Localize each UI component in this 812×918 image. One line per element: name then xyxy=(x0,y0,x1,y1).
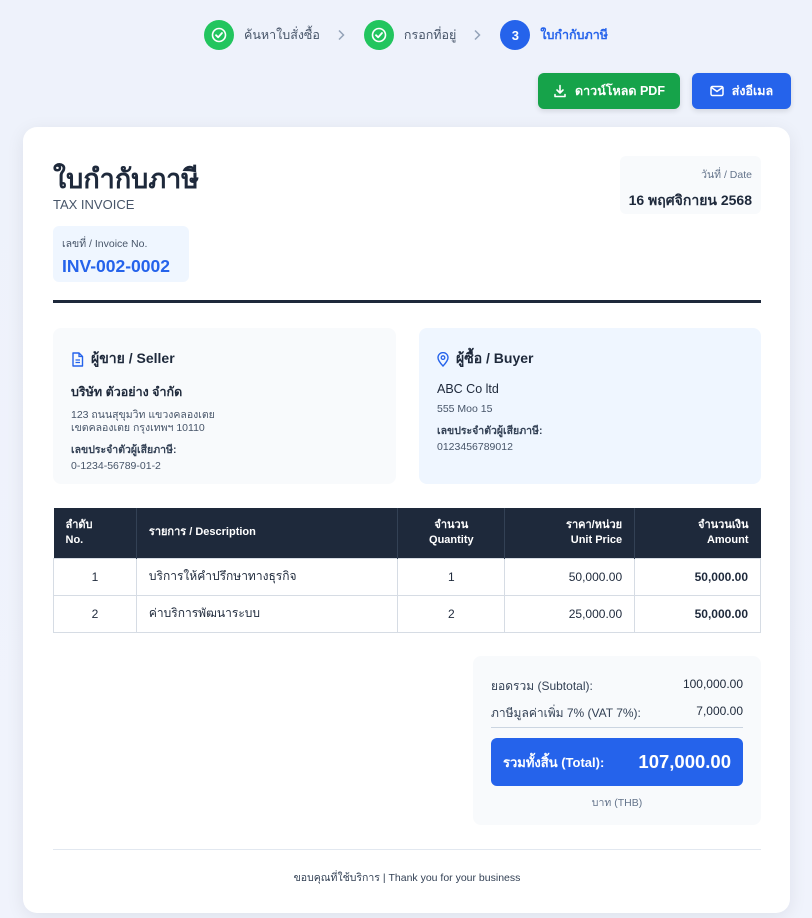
cell-no: 2 xyxy=(53,594,137,633)
step-address[interactable]: กรอกที่อยู่ xyxy=(363,20,457,50)
seller-name: บริษัท ตัวอย่าง จำกัด xyxy=(71,385,183,399)
download-pdf-button[interactable]: ดาวน์โหลด PDF xyxy=(538,73,680,109)
step-number: 3 xyxy=(500,20,531,50)
step-label: ใบกำกับภาษี xyxy=(540,28,608,42)
column-header-description: รายการ / Description xyxy=(136,508,399,558)
cell-amount: 50,000.00 xyxy=(634,594,761,633)
seller-heading: ผู้ขาย / Seller xyxy=(91,350,175,366)
page-subtitle: TAX INVOICE xyxy=(53,197,135,212)
send-email-button[interactable]: ส่งอีเมล xyxy=(692,73,791,109)
buyer-tax-label: เลขประจำตัวผู้เสียภาษี: xyxy=(437,425,543,437)
table-row: 2 ค่าบริการพัฒนาระบบ 2 25,000.00 50,000.… xyxy=(53,594,761,633)
table-row: 1 บริการให้คำปรึกษาทางธุรกิจ 1 50,000.00… xyxy=(53,557,761,596)
vat-value: 7,000.00 xyxy=(696,704,743,718)
grand-total-label: รวมทั้งสิ้น (Total): xyxy=(503,754,605,770)
date-box: วันที่ / Date 16 พฤศจิกายน 2568 xyxy=(620,156,761,214)
check-circle-icon xyxy=(363,20,394,50)
send-email-label: ส่งอีเมล xyxy=(731,84,774,98)
buyer-box: ผู้ซื้อ / Buyer ABC Co ltd 555 Moo 15 เล… xyxy=(419,328,761,484)
seller-address-line1: 123 ถนนสุขุมวิท แขวงคลองเตย xyxy=(71,409,215,421)
chevron-right-icon xyxy=(472,29,482,41)
column-header-unit-price: ราคา/หน่วย Unit Price xyxy=(504,508,636,558)
grand-total-value: 107,000.00 xyxy=(638,751,731,772)
subtotal-value: 100,000.00 xyxy=(682,677,743,691)
cell-unit-price: 50,000.00 xyxy=(504,557,636,596)
footer-divider xyxy=(53,849,761,850)
column-header-no: ลำดับ No. xyxy=(53,508,137,558)
cell-amount: 50,000.00 xyxy=(634,557,761,596)
invoice-number: INV-002-0002 xyxy=(62,256,170,276)
chevron-right-icon xyxy=(336,29,346,41)
document-icon xyxy=(72,351,84,367)
totals-divider xyxy=(491,727,743,728)
cell-quantity: 2 xyxy=(397,594,506,633)
step-label: ค้นหาใบสั่งซื้อ xyxy=(243,28,320,42)
seller-box: ผู้ขาย / Seller บริษัท ตัวอย่าง จำกัด 12… xyxy=(53,328,396,484)
vat-row: ภาษีมูลค่าเพิ่ม 7% (VAT 7%): 7,000.00 xyxy=(491,704,743,723)
page-title: ใบกำกับภาษี xyxy=(53,164,200,194)
step-tax-invoice[interactable]: 3 ใบกำกับภาษี xyxy=(500,20,608,50)
invoice-card: ใบกำกับภาษี TAX INVOICE วันที่ / Date 16… xyxy=(23,127,790,913)
subtotal-row: ยอดรวม (Subtotal): 100,000.00 xyxy=(491,677,743,696)
invoice-number-box: เลขที่ / Invoice No. INV-002-0002 xyxy=(53,226,189,282)
subtotal-label: ยอดรวม (Subtotal): xyxy=(491,679,593,693)
vat-label: ภาษีมูลค่าเพิ่ม 7% (VAT 7%): xyxy=(491,706,641,720)
table-header-row: ลำดับ No. รายการ / Description จำนวน Quant… xyxy=(53,508,761,558)
date-value: 16 พฤศจิกายน 2568 xyxy=(628,192,752,208)
currency-note: บาท (THB) xyxy=(591,797,643,809)
map-pin-icon xyxy=(437,351,449,367)
seller-tax-label: เลขประจำตัวผู้เสียภาษี: xyxy=(71,444,177,456)
buyer-address: 555 Moo 15 xyxy=(437,403,493,415)
seller-address: 123 ถนนสุขุมวิท แขวงคลองเตย เขตคลองเตย ก… xyxy=(71,409,396,435)
grand-total: รวมทั้งสิ้น (Total): 107,000.00 xyxy=(491,738,743,786)
cell-description: ค่าบริการพัฒนาระบบ xyxy=(135,594,399,633)
footer-note: ขอบคุณที่ใช้บริการ | Thank you for your … xyxy=(293,872,521,884)
seller-address-line2: เขตคลองเตย กรุงเทพฯ 10110 xyxy=(71,422,205,434)
step-label: กรอกที่อยู่ xyxy=(403,28,457,42)
step-search-order[interactable]: ค้นหาใบสั่งซื้อ xyxy=(203,20,320,50)
check-circle-icon xyxy=(203,20,234,50)
cell-quantity: 1 xyxy=(397,557,506,596)
items-table: ลำดับ No. รายการ / Description จำนวน Quant… xyxy=(53,508,761,633)
cell-unit-price: 25,000.00 xyxy=(504,594,636,633)
column-header-quantity: จำนวน Quantity xyxy=(397,508,506,558)
date-label: วันที่ / Date xyxy=(701,169,752,181)
column-header-amount: จำนวนเงิน Amount xyxy=(634,508,761,558)
download-icon xyxy=(554,84,566,98)
totals-box: ยอดรวม (Subtotal): 100,000.00 ภาษีมูลค่า… xyxy=(473,656,761,825)
cell-no: 1 xyxy=(53,557,137,596)
cell-description: บริการให้คำปรึกษาทางธุรกิจ xyxy=(135,557,399,596)
mail-icon xyxy=(710,85,724,97)
download-pdf-label: ดาวน์โหลด PDF xyxy=(575,84,665,98)
buyer-name: ABC Co ltd xyxy=(437,382,499,396)
buyer-tax-id: 0123456789012 xyxy=(437,441,513,453)
buyer-heading: ผู้ซื้อ / Buyer xyxy=(456,350,534,366)
header-divider xyxy=(53,300,761,303)
invoice-number-label: เลขที่ / Invoice No. xyxy=(62,238,148,250)
seller-tax-id: 0-1234-56789-01-2 xyxy=(71,460,161,472)
progress-stepper: ค้นหาใบสั่งซื้อ กรอกที่อยู่ 3 ใบกำกับภาษ… xyxy=(0,20,812,50)
